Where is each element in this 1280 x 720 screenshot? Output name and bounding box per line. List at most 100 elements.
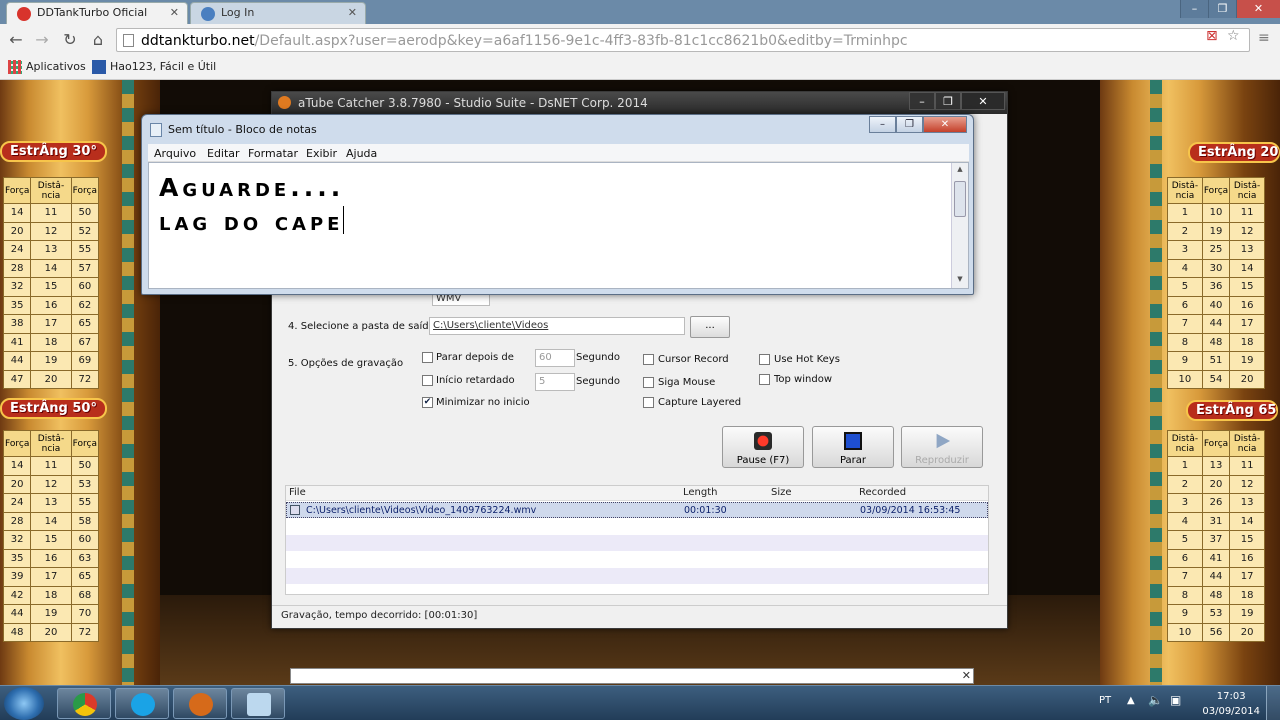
star-icon[interactable]: ☆ [1227,28,1240,44]
hot-keys-checkbox[interactable] [759,354,770,365]
close-icon[interactable]: ✕ [961,92,1005,110]
taskbar-atube[interactable] [173,688,227,719]
pause-button[interactable]: Pause (F7) [722,426,804,468]
table-cell: 12 [30,474,72,494]
notepad-text-area[interactable]: Aguarde.... lag do cape ▲ ▼ [148,162,969,289]
close-icon[interactable]: ✕ [923,116,967,133]
stop-after-seconds-input[interactable]: 60 [535,349,575,367]
table-header: Distâ-ncia [30,430,72,457]
close-tab-icon[interactable]: ✕ [170,6,179,19]
force-table-65: Distâ-ncia Força Distâ-ncia 1 13 11 2 20 12 3 2… [1167,430,1265,642]
blocked-popup-icon[interactable]: ⊠ [1206,28,1218,44]
minimize-icon[interactable]: – [1180,0,1208,18]
table-cell: 18 [1229,585,1265,605]
restore-icon[interactable]: ❐ [896,116,923,133]
browse-button[interactable]: ... [690,316,730,338]
bookmark-apps[interactable]: Aplicativos [8,60,86,74]
follow-mouse-checkbox[interactable] [643,377,654,388]
show-hidden-icons-icon[interactable]: ▲ [1127,695,1135,706]
table-cell: 47 [2,369,32,389]
play-button[interactable]: Reproduzir [901,426,983,468]
output-folder-field[interactable]: C:\Users\cliente\Videos [429,317,685,335]
header-size[interactable]: Size [771,487,792,498]
taskbar-clock[interactable]: 17:03 03/09/2014 [1202,689,1260,719]
stop-icon [844,432,862,450]
table-cell: 8 [1167,585,1203,605]
home-icon[interactable]: ⌂ [88,30,108,50]
capture-layered-label: Capture Layered [658,397,742,408]
menu-exibir[interactable]: Exibir [306,147,337,160]
restore-icon[interactable]: ❐ [935,92,961,110]
top-window-checkbox[interactable] [759,374,770,385]
table-cell: 28 [2,511,32,531]
cursor-record-checkbox[interactable] [643,354,654,365]
table-cell: 50 [70,456,100,476]
table-cell: 55 [70,493,100,513]
close-tab-icon[interactable]: ✕ [348,6,357,19]
windows-taskbar: PT ▲ 🔈 ▣ 17:03 03/09/2014 [0,685,1280,720]
taskbar-skype[interactable] [115,688,169,719]
play-icon [936,433,951,449]
list-item[interactable]: C:\Users\cliente\Videos\Video_1409763224… [286,502,988,518]
close-panel-icon[interactable]: ✕ [962,669,971,682]
table-row: 5 37 15 [1167,530,1265,550]
browser-toolbar: ← → ↻ ⌂ ddtankturbo.net/Default.aspx?use… [0,24,1280,56]
table-cell: 6 [1167,548,1203,568]
network-icon[interactable]: ▣ [1170,693,1181,707]
capture-layered-checkbox[interactable] [643,397,654,408]
volume-icon[interactable]: 🔈 [1148,693,1163,707]
restore-icon[interactable]: ❐ [1208,0,1236,18]
header-file[interactable]: File [289,487,306,498]
table-row: 35 16 63 [2,548,100,568]
header-recorded[interactable]: Recorded [859,487,906,498]
taskbar-chrome[interactable] [57,688,111,719]
table-cell: 3 [1167,240,1203,260]
list-empty-row [286,568,988,584]
stop-button[interactable]: Parar [812,426,894,468]
angle-title-50: EstrÂng 50° [0,398,107,419]
taskbar-notepad[interactable] [231,688,285,719]
record-icon [754,432,772,450]
delayed-start-seconds-input[interactable]: 5 [535,373,575,391]
recordings-list[interactable]: File Length Size Recorded C:\Users\clien… [285,485,989,595]
minimize-checkbox[interactable]: ✔ [422,397,433,408]
table-header: Força [1201,177,1231,204]
show-desktop-button[interactable] [1266,686,1280,720]
table-row: 7 44 17 [1167,314,1265,334]
table-cell: 4 [1167,258,1203,278]
minimize-icon[interactable]: – [909,92,935,110]
minimize-icon[interactable]: – [869,116,896,133]
table-row: 44 19 69 [2,351,100,371]
table-cell: 53 [1201,604,1231,624]
forward-arrow-icon[interactable]: → [32,30,52,50]
pause-label: Pause (F7) [736,455,790,466]
table-cell: 55 [70,240,100,260]
atube-catcher-icon [278,96,291,109]
menu-editar[interactable]: Editar [207,147,240,160]
tab-login[interactable]: Log In ✕ [190,2,366,24]
menu-ajuda[interactable]: Ajuda [346,147,377,160]
menu-arquivo[interactable]: Arquivo [154,147,196,160]
close-window-icon[interactable]: ✕ [1236,0,1280,18]
table-row: 6 40 16 [1167,295,1265,315]
scroll-up-icon[interactable]: ▲ [952,165,968,173]
table-header: Distâ-ncia [30,177,72,204]
back-arrow-icon[interactable]: ← [6,30,26,50]
scroll-down-icon[interactable]: ▼ [952,275,968,283]
notepad-scrollbar[interactable]: ▲ ▼ [951,163,968,288]
atube-title-bar[interactable]: aTube Catcher 3.8.7980 - Studio Suite - … [272,92,1007,114]
language-indicator[interactable]: PT [1099,695,1111,706]
hamburger-menu-icon[interactable]: ≡ [1258,30,1270,46]
header-length[interactable]: Length [683,487,718,498]
scroll-thumb[interactable] [954,181,966,217]
table-cell: 58 [70,511,100,531]
bookmark-hao123[interactable]: Hao123, Fácil e Útil [92,60,216,74]
reload-icon[interactable]: ↻ [60,30,80,50]
start-button[interactable] [4,687,44,720]
address-bar[interactable]: ddtankturbo.net/Default.aspx?user=aerodp… [116,28,1250,52]
menu-formatar[interactable]: Formatar [248,147,298,160]
tab-ddtankturbo[interactable]: DDTankTurbo Oficial ✕ [6,2,188,24]
table-cell: 14 [1229,258,1265,278]
stop-after-checkbox[interactable] [422,352,433,363]
delayed-start-checkbox[interactable] [422,375,433,386]
